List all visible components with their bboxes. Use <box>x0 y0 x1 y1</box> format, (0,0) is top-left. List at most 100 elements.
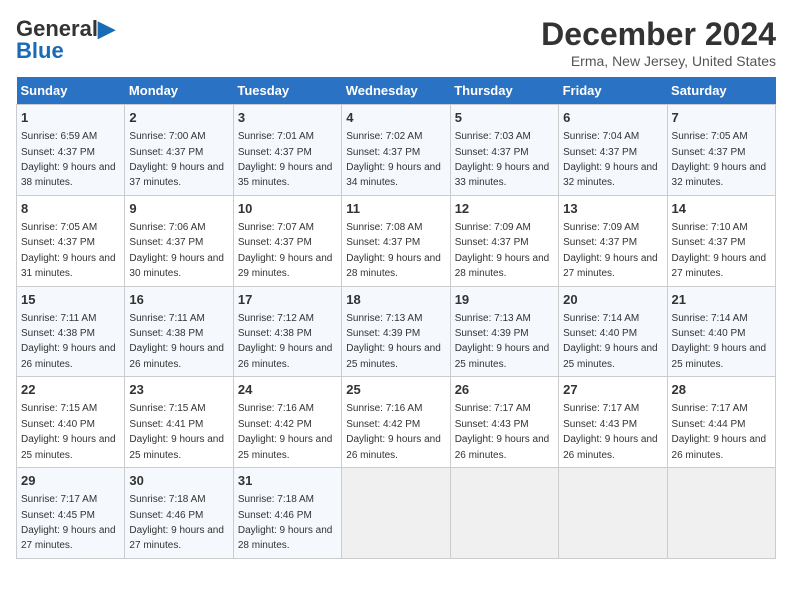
calendar-cell: 20 Sunrise: 7:14 AMSunset: 4:40 PMDayligh… <box>559 286 667 377</box>
day-info: Sunrise: 7:01 AMSunset: 4:37 PMDaylight:… <box>238 131 333 188</box>
day-info: Sunrise: 7:04 AMSunset: 4:37 PMDaylight:… <box>563 131 658 188</box>
calendar-cell: 18Sunrise: 7:13 AMSunset: 4:39 PMDayligh… <box>342 286 450 377</box>
day-info: Sunrise: 6:59 AMSunset: 4:37 PMDaylight:… <box>21 131 116 188</box>
day-number: 1 <box>21 109 120 127</box>
day-info: Sunrise: 7:11 AMSunset: 4:38 PMDaylight:… <box>129 313 224 370</box>
calendar-cell: 8 Sunrise: 7:05 AMSunset: 4:37 PMDaylight… <box>17 195 125 286</box>
day-number: 29 <box>21 472 120 490</box>
day-number: 6 <box>563 109 662 127</box>
day-info: Sunrise: 7:06 AMSunset: 4:37 PMDaylight:… <box>129 222 224 279</box>
subtitle: Erma, New Jersey, United States <box>541 53 776 69</box>
calendar-cell: 27Sunrise: 7:17 AMSunset: 4:43 PMDayligh… <box>559 377 667 468</box>
calendar-week-3: 15 Sunrise: 7:11 AMSunset: 4:38 PMDayligh… <box>17 286 776 377</box>
col-header-wednesday: Wednesday <box>342 77 450 105</box>
day-number: 9 <box>129 200 228 218</box>
day-number: 24 <box>238 381 337 399</box>
day-info: Sunrise: 7:11 AMSunset: 4:38 PMDaylight:… <box>21 313 116 370</box>
main-title: December 2024 <box>541 16 776 53</box>
day-info: Sunrise: 7:14 AMSunset: 4:40 PMDaylight:… <box>563 313 658 370</box>
calendar-cell: 11 Sunrise: 7:08 AMSunset: 4:37 PMDayligh… <box>342 195 450 286</box>
calendar-cell <box>342 468 450 559</box>
day-number: 14 <box>672 200 771 218</box>
calendar-cell: 16Sunrise: 7:11 AMSunset: 4:38 PMDayligh… <box>125 286 233 377</box>
calendar-cell: 21 Sunrise: 7:14 AMSunset: 4:40 PMDayligh… <box>667 286 775 377</box>
day-info: Sunrise: 7:09 AMSunset: 4:37 PMDaylight:… <box>563 222 658 279</box>
calendar-cell: 2Sunrise: 7:00 AMSunset: 4:37 PMDaylight… <box>125 105 233 196</box>
calendar-cell: 14 Sunrise: 7:10 AMSunset: 4:37 PMDayligh… <box>667 195 775 286</box>
day-info: Sunrise: 7:12 AMSunset: 4:38 PMDaylight:… <box>238 313 333 370</box>
calendar-cell: 19 Sunrise: 7:13 AMSunset: 4:39 PMDayligh… <box>450 286 558 377</box>
day-number: 18 <box>346 291 445 309</box>
calendar-cell: 7 Sunrise: 7:05 AMSunset: 4:37 PMDaylight… <box>667 105 775 196</box>
day-number: 17 <box>238 291 337 309</box>
calendar-cell: 10 Sunrise: 7:07 AMSunset: 4:37 PMDayligh… <box>233 195 341 286</box>
day-info: Sunrise: 7:18 AMSunset: 4:46 PMDaylight:… <box>129 494 224 551</box>
calendar-body: 1 Sunrise: 6:59 AMSunset: 4:37 PMDaylight… <box>17 105 776 559</box>
day-info: Sunrise: 7:16 AMSunset: 4:42 PMDaylight:… <box>238 403 333 460</box>
day-number: 7 <box>672 109 771 127</box>
calendar-cell: 30Sunrise: 7:18 AMSunset: 4:46 PMDayligh… <box>125 468 233 559</box>
logo: General▶ Blue <box>16 16 115 64</box>
day-info: Sunrise: 7:08 AMSunset: 4:37 PMDaylight:… <box>346 222 441 279</box>
day-info: Sunrise: 7:17 AMSunset: 4:45 PMDaylight:… <box>21 494 116 551</box>
day-number: 21 <box>672 291 771 309</box>
day-info: Sunrise: 7:05 AMSunset: 4:37 PMDaylight:… <box>672 131 767 188</box>
col-header-monday: Monday <box>125 77 233 105</box>
day-number: 25 <box>346 381 445 399</box>
day-number: 26 <box>455 381 554 399</box>
title-area: December 2024 Erma, New Jersey, United S… <box>541 16 776 69</box>
calendar-cell: 26Sunrise: 7:17 AMSunset: 4:43 PMDayligh… <box>450 377 558 468</box>
day-info: Sunrise: 7:14 AMSunset: 4:40 PMDaylight:… <box>672 313 767 370</box>
day-number: 2 <box>129 109 228 127</box>
day-number: 8 <box>21 200 120 218</box>
col-header-thursday: Thursday <box>450 77 558 105</box>
calendar-cell <box>450 468 558 559</box>
day-info: Sunrise: 7:13 AMSunset: 4:39 PMDaylight:… <box>455 313 550 370</box>
day-number: 10 <box>238 200 337 218</box>
day-info: Sunrise: 7:17 AMSunset: 4:44 PMDaylight:… <box>672 403 767 460</box>
day-info: Sunrise: 7:09 AMSunset: 4:37 PMDaylight:… <box>455 222 550 279</box>
day-number: 15 <box>21 291 120 309</box>
calendar-cell: 4 Sunrise: 7:02 AMSunset: 4:37 PMDaylight… <box>342 105 450 196</box>
calendar-week-5: 29 Sunrise: 7:17 AMSunset: 4:45 PMDayligh… <box>17 468 776 559</box>
calendar-cell: 1 Sunrise: 6:59 AMSunset: 4:37 PMDaylight… <box>17 105 125 196</box>
day-info: Sunrise: 7:18 AMSunset: 4:46 PMDaylight:… <box>238 494 333 551</box>
day-info: Sunrise: 7:05 AMSunset: 4:37 PMDaylight:… <box>21 222 116 279</box>
day-number: 20 <box>563 291 662 309</box>
day-number: 22 <box>21 381 120 399</box>
col-header-friday: Friday <box>559 77 667 105</box>
calendar-cell: 31 Sunrise: 7:18 AMSunset: 4:46 PMDayligh… <box>233 468 341 559</box>
calendar-week-1: 1 Sunrise: 6:59 AMSunset: 4:37 PMDaylight… <box>17 105 776 196</box>
day-info: Sunrise: 7:07 AMSunset: 4:37 PMDaylight:… <box>238 222 333 279</box>
day-info: Sunrise: 7:15 AMSunset: 4:40 PMDaylight:… <box>21 403 116 460</box>
day-info: Sunrise: 7:15 AMSunset: 4:41 PMDaylight:… <box>129 403 224 460</box>
col-header-saturday: Saturday <box>667 77 775 105</box>
calendar-week-4: 22 Sunrise: 7:15 AMSunset: 4:40 PMDayligh… <box>17 377 776 468</box>
day-number: 13 <box>563 200 662 218</box>
day-number: 28 <box>672 381 771 399</box>
calendar-cell: 24 Sunrise: 7:16 AMSunset: 4:42 PMDayligh… <box>233 377 341 468</box>
calendar-cell <box>559 468 667 559</box>
calendar-week-2: 8 Sunrise: 7:05 AMSunset: 4:37 PMDaylight… <box>17 195 776 286</box>
day-number: 12 <box>455 200 554 218</box>
calendar-cell: 15 Sunrise: 7:11 AMSunset: 4:38 PMDayligh… <box>17 286 125 377</box>
day-number: 23 <box>129 381 228 399</box>
calendar-cell: 9 Sunrise: 7:06 AMSunset: 4:37 PMDaylight… <box>125 195 233 286</box>
calendar-cell: 23 Sunrise: 7:15 AMSunset: 4:41 PMDayligh… <box>125 377 233 468</box>
calendar-cell: 29 Sunrise: 7:17 AMSunset: 4:45 PMDayligh… <box>17 468 125 559</box>
day-number: 4 <box>346 109 445 127</box>
calendar-cell: 28 Sunrise: 7:17 AMSunset: 4:44 PMDayligh… <box>667 377 775 468</box>
calendar-cell: 17 Sunrise: 7:12 AMSunset: 4:38 PMDayligh… <box>233 286 341 377</box>
day-info: Sunrise: 7:02 AMSunset: 4:37 PMDaylight:… <box>346 131 441 188</box>
calendar-header-row: SundayMondayTuesdayWednesdayThursdayFrid… <box>17 77 776 105</box>
calendar-cell: 3Sunrise: 7:01 AMSunset: 4:37 PMDaylight… <box>233 105 341 196</box>
day-number: 31 <box>238 472 337 490</box>
day-info: Sunrise: 7:16 AMSunset: 4:42 PMDaylight:… <box>346 403 441 460</box>
logo-blue: Blue <box>16 38 64 64</box>
day-number: 19 <box>455 291 554 309</box>
day-number: 11 <box>346 200 445 218</box>
day-info: Sunrise: 7:10 AMSunset: 4:37 PMDaylight:… <box>672 222 767 279</box>
calendar-cell <box>667 468 775 559</box>
day-info: Sunrise: 7:03 AMSunset: 4:37 PMDaylight:… <box>455 131 550 188</box>
header: General▶ Blue December 2024 Erma, New Je… <box>16 16 776 69</box>
